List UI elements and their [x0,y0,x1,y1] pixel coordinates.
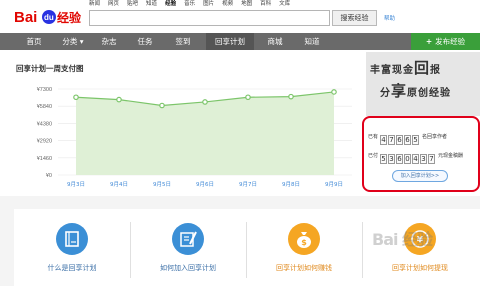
svg-text:Bai: Bai [14,9,37,26]
data-point [73,94,79,101]
top-nav-item[interactable]: 地图 [241,0,252,8]
help-link[interactable]: 帮助 [384,14,395,22]
feature-label: 回享计划如何赚钱 [276,264,332,272]
x-tick-label: 9月3日 [67,181,85,188]
top-nav-item[interactable]: 知道 [146,0,157,8]
digit-box: 6 [404,134,412,145]
top-nav-item[interactable]: 贴吧 [127,0,138,8]
top-nav-item[interactable]: 音乐 [184,0,195,8]
promo-banner: 丰富现金回报 分享原创经验 [366,52,480,116]
top-nav-item[interactable]: 文库 [279,0,290,8]
watermark: Bai 经验 [372,230,433,249]
top-nav-item[interactable]: 经验 [165,0,176,8]
y-tick-label: ¥2920 [37,139,52,145]
digit-box: 7 [388,134,396,145]
digit-box: 6 [396,134,404,145]
x-tick-label: 9月5日 [153,181,171,188]
nav-item[interactable]: 回享计划 [206,33,254,50]
nav-item[interactable]: 分类 ▾ [54,33,92,50]
y-tick-label: ¥5840 [37,104,52,110]
header: Bai du 经验 新闻 网页 贴吧 知道 经验 音乐 图片 视频 地图 百科 文库 搜索经验 帮助 [0,0,480,32]
x-tick-label: 9月4日 [110,181,128,188]
paid-amount-row: 已付 5360437 元现金稿酬 [368,149,463,164]
x-tick-label: 9月6日 [196,181,214,188]
svg-text:du: du [44,13,54,22]
nav-item[interactable]: 杂志 [91,33,127,50]
digit-box: 7 [428,153,436,164]
publish-experience-button[interactable]: + 发布经验 [411,33,480,50]
data-point [159,102,165,109]
plus-icon: + [425,37,433,46]
digit-box: 5 [380,153,388,164]
svg-text:经验: 经验 [57,10,82,25]
promo-calligraphy: 丰富现金回报 分享原创经验 [370,59,452,100]
top-nav-item[interactable]: 新闻 [89,0,100,8]
digit-box: 4 [380,134,388,145]
feature-label: 如何加入回享计划 [160,264,216,272]
top-product-nav: 新闻 网页 贴吧 知道 经验 音乐 图片 视频 地图 百科 文库 [89,0,290,8]
nav-item[interactable]: 商城 [257,33,293,50]
nav-item[interactable]: 任务 [128,33,162,50]
search-button[interactable]: 搜索经验 [332,10,377,26]
publish-label: 发布经验 [435,37,466,46]
top-nav-item[interactable]: 网页 [108,0,119,8]
data-point [331,89,337,95]
data-point [245,94,251,101]
digit-box: 3 [420,153,428,164]
y-tick-label: ¥4380 [37,121,52,127]
feature-divider [130,222,131,278]
stats-box: 已有 47665 名回享作者 已付 5360437 元现金稿酬 加入回享计划>> [362,116,480,192]
digit-box: 4 [412,153,420,164]
authors-count-digits: 47665 [380,127,420,146]
data-point [202,99,208,105]
x-tick-label: 9月8日 [282,181,300,188]
feature-divider [362,222,363,278]
digit-box: 5 [412,134,420,145]
baidu-jingyan-logo[interactable]: Bai du 经验 [14,6,86,28]
y-tick-label: ¥0 [46,173,52,179]
nav-item[interactable]: 签到 [165,33,201,50]
top-nav-item[interactable]: 图片 [203,0,214,8]
authors-count-row: 已有 47665 名回享作者 [368,130,447,145]
feature-item[interactable]: $ 回享计划如何赚钱 [246,209,362,286]
nav-item[interactable]: 知道 [295,33,329,50]
chart-svg: ¥7300 ¥5840 ¥4380 ¥2920 ¥1460 ¥0 9月3日 9月4日 9月5日 9… [37,87,352,188]
weekly-payment-chart: ¥7300 ¥5840 ¥4380 ¥2920 ¥1460 ¥0 9月3日 9月4日 9月5日 9… [0,75,362,193]
main-nav-bar: 首页 分类 ▾ 杂志 任务 签到 回享计划 商城 知道 [0,33,480,50]
feature-item[interactable]: 什么是回享计划 [14,209,130,286]
y-tick-label: ¥1460 [37,156,52,162]
top-nav-item[interactable]: 视频 [222,0,233,8]
svg-text:$: $ [301,238,307,247]
feature-item[interactable]: 如何加入回享计划 [130,209,246,286]
money-bag-icon: $ [288,223,320,255]
feature-label: 回享计划如何提现 [392,264,448,272]
y-tick-label: ¥7300 [37,87,52,93]
data-point [288,93,294,100]
data-point [116,96,122,103]
x-tick-label: 9月7日 [239,181,257,188]
edit-icon [172,223,204,255]
chart-title: 回享计划一周支付图 [16,64,84,73]
digit-box: 0 [404,153,412,164]
digit-box: 6 [396,153,404,164]
nav-item[interactable]: 首页 [16,33,52,50]
feature-label: 什么是回享计划 [47,264,97,272]
feature-divider [246,222,247,278]
x-tick-label: 9月9日 [325,181,343,188]
join-plan-button[interactable]: 加入回享计划>> [392,170,448,182]
paid-amount-digits: 5360437 [380,146,436,165]
digit-box: 3 [388,153,396,164]
book-icon [56,223,88,255]
top-nav-item[interactable]: 百科 [260,0,271,8]
search-input[interactable] [89,10,330,26]
